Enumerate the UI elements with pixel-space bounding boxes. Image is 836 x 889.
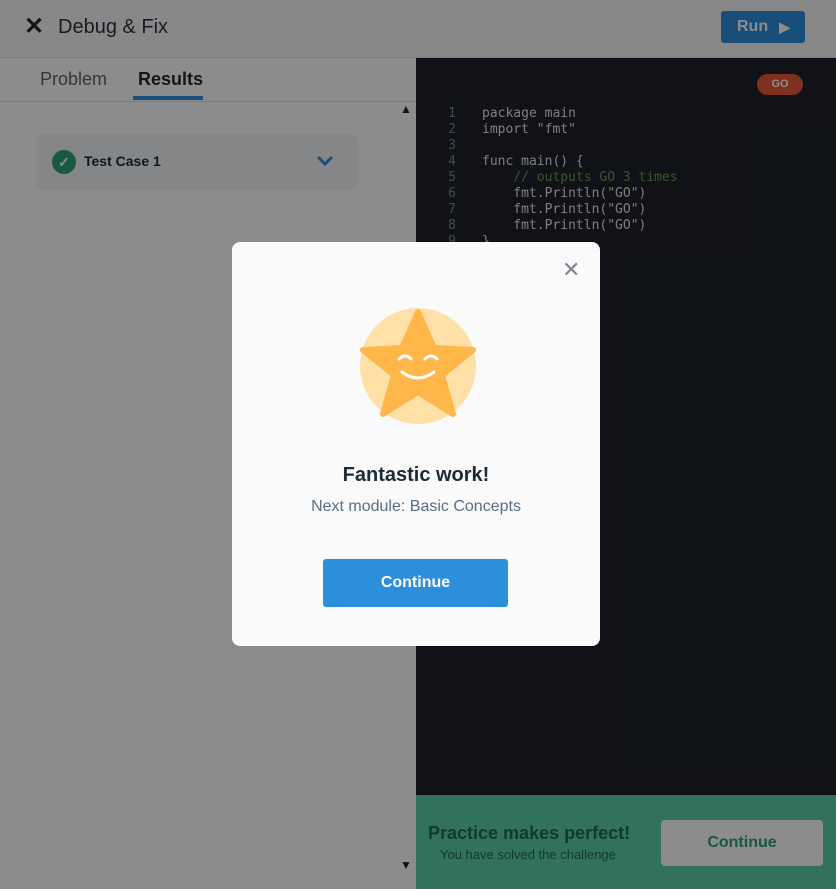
modal-title: Fantastic work! (342, 464, 490, 486)
success-modal: ✕ Fantastic work! Next module: Basic Con… (232, 242, 600, 646)
close-icon[interactable]: ✕ (562, 258, 580, 282)
modal-subtitle: Next module: Basic Concepts (311, 498, 521, 515)
smiling-star-icon (360, 308, 476, 424)
modal-continue-button[interactable]: Continue (323, 559, 508, 607)
